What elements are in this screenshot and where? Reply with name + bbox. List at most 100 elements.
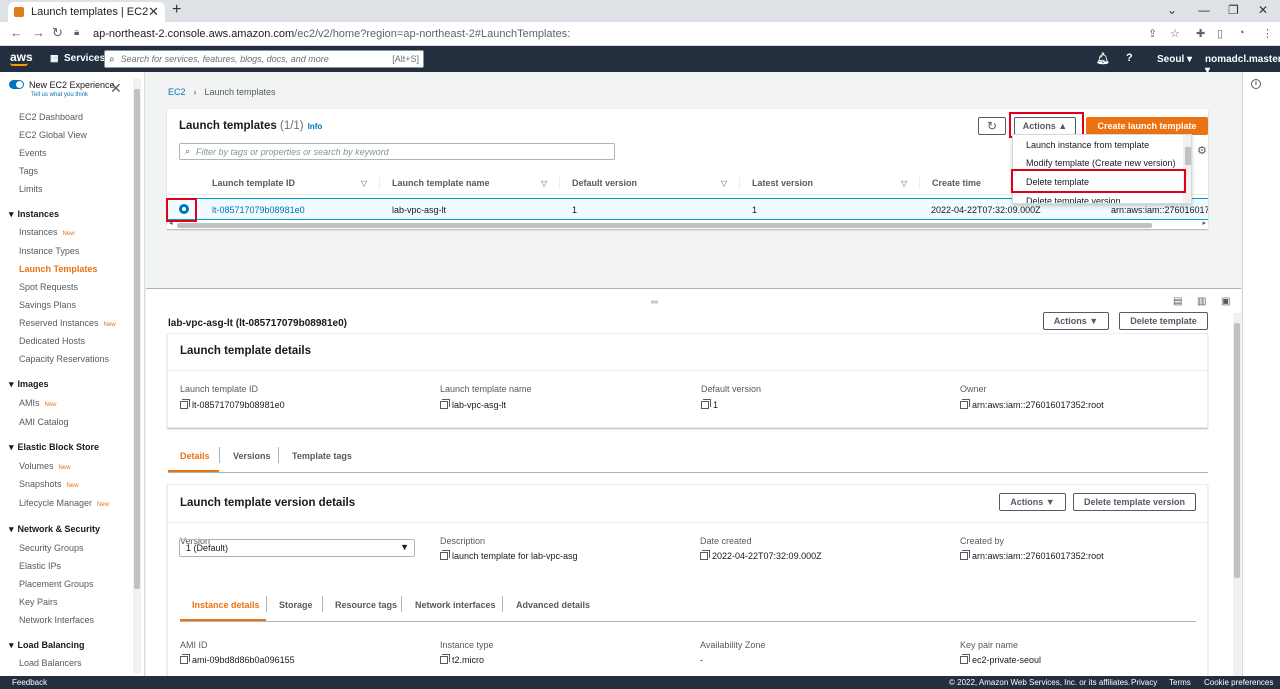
sidebar-section-ebs[interactable]: Elastic Block Store xyxy=(9,442,100,453)
subtab-resource-tags[interactable]: Resource tags xyxy=(335,600,397,610)
search-input[interactable]: ⌕ Search for services, features, blogs, … xyxy=(104,50,424,68)
back-icon[interactable]: ← xyxy=(10,25,23,40)
subtab-storage[interactable]: Storage xyxy=(279,600,313,610)
sidebar-scrollbar[interactable] xyxy=(133,79,141,673)
sidebar-scroll-thumb[interactable] xyxy=(134,89,140,589)
terms-link[interactable]: Terms xyxy=(1169,678,1191,687)
close-tab-icon[interactable]: ✕ xyxy=(148,4,159,20)
tab-search-icon[interactable]: ⌄ xyxy=(1167,3,1177,17)
aws-logo[interactable]: aws xyxy=(10,50,33,66)
lock-icon[interactable]: 🔒︎ xyxy=(74,27,79,38)
menu-item-launch-instance[interactable]: Launch instance from template xyxy=(1026,140,1149,150)
sidebar-item-capacity-reservations[interactable]: Capacity Reservations xyxy=(19,354,109,364)
profile-icon[interactable]: ◔ xyxy=(1238,27,1245,39)
menu-item-modify-template[interactable]: Modify template (Create new version) xyxy=(1026,158,1176,168)
subtab-advanced-details[interactable]: Advanced details xyxy=(516,600,590,610)
close-window-icon[interactable]: ✕ xyxy=(1258,3,1268,17)
extensions-icon[interactable]: ✚ xyxy=(1196,27,1205,40)
sort-icon[interactable]: ▽ xyxy=(721,179,727,188)
url-field[interactable]: ap-northeast-2.console.aws.amazon.com/ec… xyxy=(93,28,570,40)
copy-icon[interactable] xyxy=(701,401,709,409)
copy-icon[interactable] xyxy=(960,401,968,409)
tab-details[interactable]: Details xyxy=(180,451,210,461)
version-actions-button[interactable]: Actions ▼ xyxy=(999,493,1066,511)
help-icon[interactable]: ? xyxy=(1126,52,1133,64)
share-icon[interactable]: ⇪ xyxy=(1148,27,1157,40)
column-header-default-version[interactable]: Default version xyxy=(572,178,637,188)
subtab-network-interfaces[interactable]: Network interfaces xyxy=(415,600,496,610)
sidebar-item-volumes[interactable]: Volumes New xyxy=(19,461,71,471)
menu-kebab-icon[interactable]: ⋮ xyxy=(1262,27,1273,40)
info-link[interactable]: Info xyxy=(308,122,323,131)
sidebar-item-amis[interactable]: AMIs New xyxy=(19,398,57,408)
copy-icon[interactable] xyxy=(960,656,968,664)
browser-tab[interactable]: Launch templates | EC2 Manage ✕ xyxy=(8,2,165,22)
sidebar-item-events[interactable]: Events xyxy=(19,148,47,158)
gear-icon[interactable]: ⚙ xyxy=(1197,144,1207,157)
sidebar-item-network-interfaces[interactable]: Network Interfaces xyxy=(19,615,94,625)
subtab-instance-details[interactable]: Instance details xyxy=(192,600,260,610)
version-select[interactable]: 1 (Default) ▼ xyxy=(179,539,415,557)
forward-icon[interactable]: → xyxy=(32,25,45,40)
sidebar-item-instance-types[interactable]: Instance Types xyxy=(19,246,79,256)
pane-bottom-icon[interactable]: ▤ xyxy=(1173,296,1182,307)
delete-template-button[interactable]: Delete template xyxy=(1119,312,1208,330)
pane-full-icon[interactable]: ▣ xyxy=(1221,296,1230,307)
details-scrollbar[interactable] xyxy=(1233,313,1241,676)
column-header-create-time[interactable]: Create time xyxy=(932,178,981,188)
feedback-link[interactable]: Tell us what you think xyxy=(31,92,88,98)
cookie-preferences-link[interactable]: Cookie preferences xyxy=(1204,678,1273,687)
sidebar-item-savings-plans[interactable]: Savings Plans xyxy=(19,300,76,310)
copy-icon[interactable] xyxy=(700,552,708,560)
feedback-link[interactable]: Feedback xyxy=(12,678,47,687)
sidebar-item-limits[interactable]: Limits xyxy=(19,184,43,194)
cell-template-id[interactable]: lt-085717079b08981e0 xyxy=(212,205,305,215)
sort-icon[interactable]: ▽ xyxy=(541,179,547,188)
reload-icon[interactable]: ↻ xyxy=(52,25,63,41)
drag-handle-icon[interactable]: ═ xyxy=(651,297,658,308)
copy-icon[interactable] xyxy=(180,401,188,409)
details-actions-button[interactable]: Actions ▼ xyxy=(1043,312,1109,330)
sidebar-item-key-pairs[interactable]: Key Pairs xyxy=(19,597,58,607)
sidebar-section-instances[interactable]: Instances xyxy=(9,209,60,220)
refresh-button[interactable]: ↻ xyxy=(978,117,1006,135)
sidebar-item-dedicated-hosts[interactable]: Dedicated Hosts xyxy=(19,336,85,346)
sidebar-item-lifecycle-manager[interactable]: Lifecycle Manager New xyxy=(19,498,109,508)
info-icon[interactable]: i xyxy=(1251,79,1261,89)
sidebar-item-load-balancers[interactable]: Load Balancers xyxy=(19,658,82,668)
sidebar-item-tags[interactable]: Tags xyxy=(19,166,38,176)
column-header-id[interactable]: Launch template ID xyxy=(212,178,295,188)
sidebar-section-network-security[interactable]: Network & Security xyxy=(9,524,101,535)
sidebar-item-security-groups[interactable]: Security Groups xyxy=(19,543,84,553)
breadcrumb-ec2-link[interactable]: EC2 xyxy=(168,87,186,97)
create-launch-template-button[interactable]: Create launch template xyxy=(1086,117,1208,135)
sidebar-item-instances[interactable]: Instances New xyxy=(19,227,75,237)
bookmark-star-icon[interactable]: ☆ xyxy=(1170,27,1180,40)
sort-icon[interactable]: ▽ xyxy=(361,179,367,188)
sidebar-item-ec2-dashboard[interactable]: EC2 Dashboard xyxy=(19,112,83,122)
sidebar-section-load-balancing[interactable]: Load Balancing xyxy=(9,640,85,651)
close-icon[interactable]: ✕ xyxy=(110,80,122,97)
maximize-icon[interactable]: ❐ xyxy=(1228,3,1239,17)
sidebar-item-snapshots[interactable]: Snapshots New xyxy=(19,479,79,489)
copy-icon[interactable] xyxy=(440,656,448,664)
sidebar-item-launch-templates[interactable]: Launch Templates xyxy=(19,264,97,274)
sidebar-item-elastic-ips[interactable]: Elastic IPs xyxy=(19,561,61,571)
delete-template-version-button[interactable]: Delete template version xyxy=(1073,493,1196,511)
column-header-latest-version[interactable]: Latest version xyxy=(752,178,813,188)
scroll-right-icon[interactable]: ▸ xyxy=(1202,219,1206,227)
copy-icon[interactable] xyxy=(440,552,448,560)
notifications-bell-icon[interactable]: 🔔︎ xyxy=(1096,52,1110,65)
sidebar-item-spot-requests[interactable]: Spot Requests xyxy=(19,282,78,292)
copy-icon[interactable] xyxy=(440,401,448,409)
dropdown-scroll-thumb[interactable] xyxy=(1185,147,1191,165)
sort-icon[interactable]: ▽ xyxy=(901,179,907,188)
sidepanel-icon[interactable]: ▯ xyxy=(1217,27,1223,40)
region-selector[interactable]: Seoul ▾ xyxy=(1157,54,1192,65)
new-tab-icon[interactable]: + xyxy=(172,1,181,19)
minimize-icon[interactable]: — xyxy=(1198,3,1210,17)
details-scroll-thumb[interactable] xyxy=(1234,323,1240,578)
menu-item-delete-template-version[interactable]: Delete template version xyxy=(1026,196,1121,203)
copy-icon[interactable] xyxy=(960,552,968,560)
sidebar-item-reserved-instances[interactable]: Reserved Instances New xyxy=(19,318,116,328)
